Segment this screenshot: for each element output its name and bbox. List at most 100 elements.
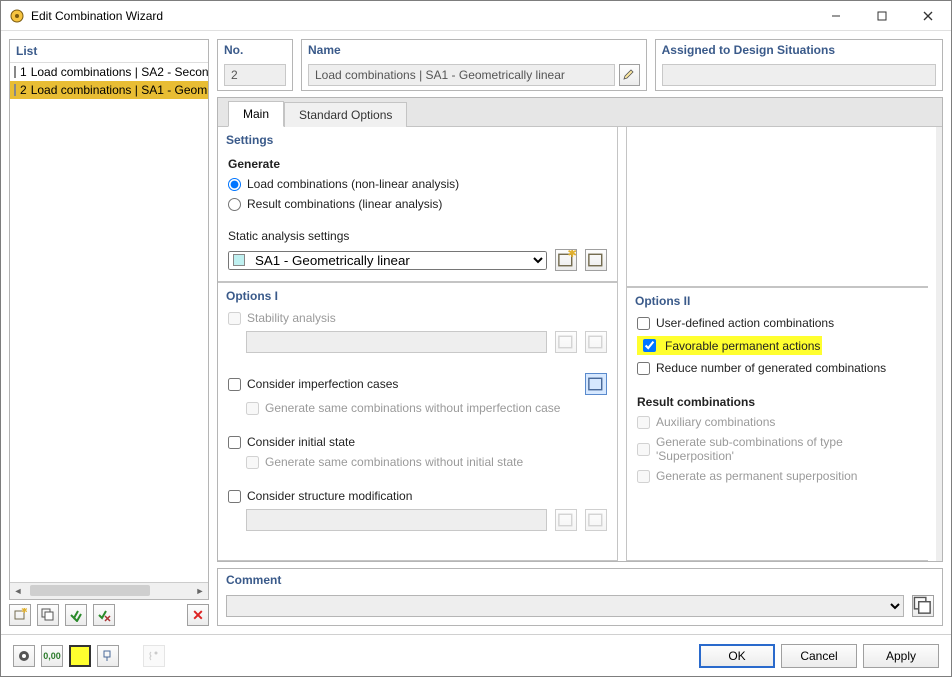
list-item[interactable]: 1 Load combinations | SA2 - Secon xyxy=(10,63,208,81)
radio-result-comb-input[interactable] xyxy=(228,198,241,211)
chk-user-def-input[interactable] xyxy=(637,317,650,330)
list-num: 2 xyxy=(20,83,27,97)
scroll-left-icon[interactable]: ◄ xyxy=(10,583,26,599)
radio-load-comb-input[interactable] xyxy=(228,178,241,191)
list-header: List xyxy=(10,40,208,63)
options1-header: Options I xyxy=(218,283,617,307)
new-item-button[interactable]: ✱ xyxy=(9,604,31,626)
struct-combo xyxy=(246,509,547,531)
window-root: Edit Combination Wizard List 1 Load comb… xyxy=(0,0,952,677)
minimize-button[interactable] xyxy=(813,1,859,30)
stability-new-button xyxy=(555,331,577,353)
chk-subcomb-input xyxy=(637,443,650,456)
scroll-thumb[interactable] xyxy=(30,585,150,596)
chk-imperf-sub: Generate same combinations without imper… xyxy=(246,401,607,415)
apply-button[interactable]: Apply xyxy=(863,644,939,668)
radio-load-comb[interactable]: Load combinations (non-linear analysis) xyxy=(228,177,607,191)
comment-pick-button[interactable] xyxy=(912,595,934,617)
result-comb-header: Result combinations xyxy=(637,395,918,409)
chk-initial-input[interactable] xyxy=(228,436,241,449)
bottom-bar: 0,00 OK Cancel Apply xyxy=(1,634,951,676)
chk-initial-sub-input xyxy=(246,456,259,469)
svg-text:✱: ✱ xyxy=(21,608,27,615)
tab-main-body: Settings Generate Load combinations (non… xyxy=(218,126,942,561)
pin-button[interactable] xyxy=(97,645,119,667)
check-all-button[interactable] xyxy=(65,604,87,626)
list-label: Load combinations | SA2 - Secon xyxy=(31,65,208,79)
name-label: Name xyxy=(302,40,646,60)
radio-result-comb-label: Result combinations (linear analysis) xyxy=(247,197,442,211)
no-input[interactable] xyxy=(224,64,286,86)
chk-user-def-label: User-defined action combinations xyxy=(656,316,834,330)
list-swatch xyxy=(14,66,16,78)
delete-button[interactable]: ✕ xyxy=(187,604,209,626)
close-button[interactable] xyxy=(905,1,951,30)
chk-aux-label: Auxiliary combinations xyxy=(656,415,775,429)
list-hscroll[interactable]: ◄ ► xyxy=(10,582,208,599)
left-column: List 1 Load combinations | SA2 - Secon 2… xyxy=(9,39,209,626)
ok-button[interactable]: OK xyxy=(699,644,775,668)
new-analysis-button[interactable]: ✱ xyxy=(555,249,577,271)
chk-perm-super-input xyxy=(637,470,650,483)
list-panel: List 1 Load combinations | SA2 - Secon 2… xyxy=(9,39,209,600)
name-input[interactable] xyxy=(308,64,615,86)
chk-fav-input[interactable] xyxy=(643,339,656,352)
comment-box: Comment xyxy=(217,568,943,626)
tab-standard-options[interactable]: Standard Options xyxy=(284,102,407,127)
chk-imperf-sub-label: Generate same combinations without imper… xyxy=(265,401,560,415)
edit-name-button[interactable] xyxy=(619,64,639,86)
chk-reduce-label: Reduce number of generated combinations xyxy=(656,361,886,375)
edit-analysis-button[interactable] xyxy=(585,249,607,271)
chk-imperfection-input[interactable] xyxy=(228,378,241,391)
maximize-button[interactable] xyxy=(859,1,905,30)
app-icon xyxy=(9,8,25,24)
chk-user-def[interactable]: User-defined action combinations xyxy=(637,316,918,330)
imperf-settings-button[interactable] xyxy=(585,373,607,395)
struct-new-button xyxy=(555,509,577,531)
chk-imperfection-label: Consider imperfection cases xyxy=(247,377,398,391)
generate-label: Generate xyxy=(228,157,607,171)
color-button[interactable] xyxy=(69,645,91,667)
radio-result-comb[interactable]: Result combinations (linear analysis) xyxy=(228,197,607,211)
comment-select[interactable] xyxy=(226,595,904,617)
assigned-input[interactable] xyxy=(662,64,936,86)
content-vscroll[interactable] xyxy=(936,127,942,561)
tabs-row: Main Standard Options xyxy=(218,98,942,126)
chk-initial-sub-label: Generate same combinations without initi… xyxy=(265,455,523,469)
chk-fav-label: Favorable permanent actions xyxy=(665,339,820,353)
no-label: No. xyxy=(218,40,292,60)
chk-reduce[interactable]: Reduce number of generated combinations xyxy=(637,361,918,375)
chk-stability: Stability analysis xyxy=(228,311,607,325)
no-box: No. xyxy=(217,39,293,91)
list-body[interactable]: 1 Load combinations | SA2 - Secon 2 Load… xyxy=(10,63,208,582)
tab-main[interactable]: Main xyxy=(228,101,284,127)
chk-structure-mod[interactable]: Consider structure modification xyxy=(228,489,607,503)
right-column: No. Name Assigned to Design Situations xyxy=(217,39,943,626)
scroll-right-icon[interactable]: ► xyxy=(192,583,208,599)
settings-header: Settings xyxy=(218,127,617,151)
header-row: No. Name Assigned to Design Situations xyxy=(217,39,943,91)
radio-load-comb-label: Load combinations (non-linear analysis) xyxy=(247,177,459,191)
uncheck-all-button[interactable] xyxy=(93,604,115,626)
chk-initial-sub: Generate same combinations without initi… xyxy=(246,455,607,469)
options2-header: Options II xyxy=(627,288,928,312)
static-analysis-select[interactable]: SA1 - Geometrically linear xyxy=(228,251,547,270)
list-item[interactable]: 2 Load combinations | SA1 - Geom xyxy=(10,81,208,99)
chk-perm-super: Generate as permanent superposition xyxy=(637,469,918,483)
chk-fav-highlight: Favorable permanent actions xyxy=(637,336,822,355)
titlebar: Edit Combination Wizard xyxy=(1,1,951,31)
static-swatch xyxy=(233,254,245,266)
units-button[interactable]: 0,00 xyxy=(41,645,63,667)
chk-initial-label: Consider initial state xyxy=(247,435,355,449)
chk-imperfection[interactable]: Consider imperfection cases xyxy=(228,377,581,391)
chk-structure-mod-input[interactable] xyxy=(228,490,241,503)
copy-item-button[interactable] xyxy=(37,604,59,626)
chk-initial[interactable]: Consider initial state xyxy=(228,435,607,449)
chk-reduce-input[interactable] xyxy=(637,362,650,375)
chk-stability-label: Stability analysis xyxy=(247,311,336,325)
help-button[interactable] xyxy=(13,645,35,667)
chk-aux-input xyxy=(637,416,650,429)
chk-perm-super-label: Generate as permanent superposition xyxy=(656,469,857,483)
cancel-button[interactable]: Cancel xyxy=(781,644,857,668)
script-button xyxy=(143,645,165,667)
